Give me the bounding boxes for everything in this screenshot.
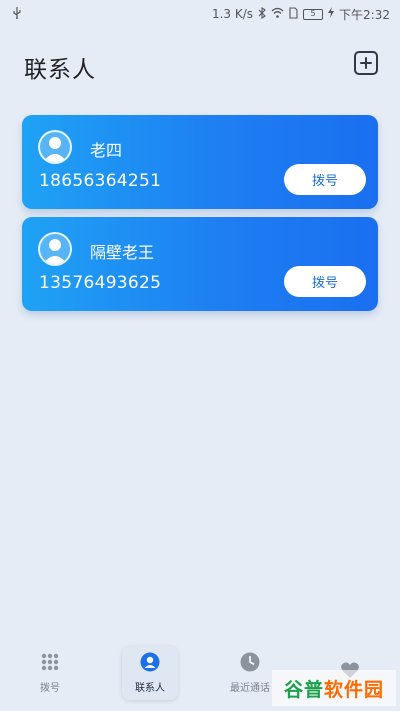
status-time: 下午2:32 bbox=[339, 7, 390, 22]
bluetooth-icon bbox=[258, 6, 266, 22]
status-bar: 1.3 K/s 5 下午2:32 bbox=[0, 0, 400, 28]
battery-icon: 5 bbox=[303, 8, 324, 20]
dial-button[interactable]: 拨号 bbox=[284, 164, 366, 195]
avatar-icon bbox=[38, 232, 72, 266]
status-right: 1.3 K/s 5 下午2:32 bbox=[212, 6, 390, 23]
contact-name: 老四 bbox=[90, 141, 123, 160]
contact-card[interactable]: 老四 18656364251 拨号 bbox=[22, 115, 378, 209]
avatar-icon bbox=[38, 130, 72, 164]
sim-icon bbox=[289, 6, 298, 22]
watermark-text-rest: 软件园 bbox=[324, 678, 385, 701]
nav-item-contacts[interactable]: 联系人 bbox=[122, 646, 178, 700]
contact-card[interactable]: 隔壁老王 13576493625 拨号 bbox=[22, 217, 378, 311]
contact-name: 隔壁老王 bbox=[90, 243, 155, 262]
dial-button[interactable]: 拨号 bbox=[284, 266, 366, 297]
usb-icon bbox=[12, 6, 22, 22]
nav-label: 联系人 bbox=[135, 683, 165, 694]
add-contact-button[interactable] bbox=[354, 51, 378, 75]
contact-phone: 18656364251 bbox=[39, 171, 162, 191]
charging-icon bbox=[328, 7, 335, 21]
page-title: 联系人 bbox=[24, 57, 96, 83]
person-icon bbox=[140, 652, 160, 675]
nav-label: 拨号 bbox=[40, 683, 60, 694]
watermark-logo: 谷普 软件园 bbox=[272, 670, 396, 706]
nav-item-dial[interactable]: 拨号 bbox=[22, 646, 78, 700]
watermark-text-first: 谷普 bbox=[283, 678, 324, 701]
nav-label: 最近通话 bbox=[230, 683, 270, 694]
clock-icon bbox=[240, 652, 260, 675]
plus-square-icon bbox=[360, 54, 372, 73]
wifi-icon bbox=[271, 7, 284, 21]
dialpad-icon bbox=[40, 652, 60, 675]
nav-item-recent-calls[interactable]: 最近通话 bbox=[222, 646, 278, 700]
contact-phone: 13576493625 bbox=[39, 273, 162, 293]
network-speed: 1.3 K/s bbox=[211, 7, 254, 21]
